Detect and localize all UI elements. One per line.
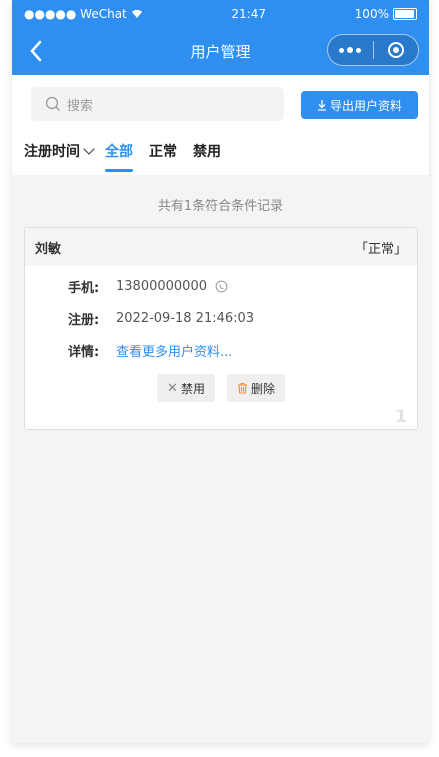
phone-label: 手机:: [68, 280, 100, 296]
phone-row: 手机: 13800000000: [68, 270, 417, 302]
download-icon: [317, 99, 326, 111]
tab-all[interactable]: 全部: [105, 141, 133, 172]
result-summary: 共有1条符合条件记录: [157, 199, 284, 214]
back-icon[interactable]: [24, 38, 48, 64]
status-badge: 「正常」: [354, 241, 407, 257]
register-label: 注册:: [68, 312, 100, 328]
close-icon: ✕: [167, 380, 178, 396]
search-icon: [45, 96, 60, 111]
export-users-button[interactable]: 导出用户资料: [301, 91, 418, 119]
carrier-text: ●●●●● WeChat: [24, 7, 127, 21]
filter-tabs: 注册时间 全部 正常 禁用: [24, 141, 237, 172]
status-carrier: ●●●●● WeChat: [24, 7, 143, 21]
record-index: 1: [395, 407, 407, 427]
register-time: 2022-09-18 21:46:03: [116, 310, 255, 326]
delete-label: 删除: [250, 381, 275, 396]
card-actions: ✕ 禁用 删除: [25, 374, 417, 402]
status-bar: ●●●●● WeChat 21:47 100%: [12, 0, 429, 28]
trash-icon: [237, 382, 247, 394]
user-card: 刘敏 「正常」 手机: 13800000000 注册: 2022-09-18 2…: [24, 227, 418, 430]
register-row: 注册: 2022-09-18 21:46:03: [68, 302, 417, 334]
delete-button[interactable]: 删除: [226, 374, 285, 402]
detail-label: 详情:: [68, 344, 100, 360]
ban-label: 禁用: [180, 381, 205, 396]
battery-icon: [392, 8, 417, 20]
tab-banned[interactable]: 禁用: [193, 141, 221, 169]
close-miniprogram-icon[interactable]: [374, 42, 419, 58]
chevron-down-icon: [83, 143, 95, 155]
status-time: 21:47: [231, 7, 267, 21]
mini-program-capsule: [327, 34, 419, 66]
page-title: 用户管理: [190, 43, 251, 61]
sort-label: 注册时间: [24, 144, 80, 160]
sort-by-reg-time[interactable]: 注册时间: [24, 141, 95, 169]
battery-indicator: 100%: [355, 7, 417, 21]
export-label: 导出用户资料: [329, 98, 402, 113]
filter-toolbar: 搜索 导出用户资料 注册时间 全部 正常 禁用: [12, 75, 429, 175]
search-input[interactable]: 搜索: [31, 87, 284, 121]
call-icon[interactable]: [215, 280, 228, 293]
search-placeholder: 搜索: [67, 98, 94, 114]
wifi-icon: [131, 9, 142, 18]
battery-text: 100%: [354, 7, 389, 21]
detail-row: 详情: 查看更多用户资料...: [68, 334, 417, 366]
tab-normal[interactable]: 正常: [149, 141, 177, 169]
user-card-header: 刘敏 「正常」: [25, 228, 417, 266]
nav-bar: 用户管理: [12, 28, 429, 75]
more-icon[interactable]: [328, 47, 373, 53]
view-more-link[interactable]: 查看更多用户资料...: [116, 341, 232, 360]
user-name: 刘敏: [35, 241, 62, 257]
phone-value: 13800000000: [116, 278, 207, 294]
ban-button[interactable]: ✕ 禁用: [157, 374, 215, 402]
phone-frame: ●●●●● WeChat 21:47 100% 用户管理 搜索 导出用户资料 注…: [12, 0, 429, 743]
